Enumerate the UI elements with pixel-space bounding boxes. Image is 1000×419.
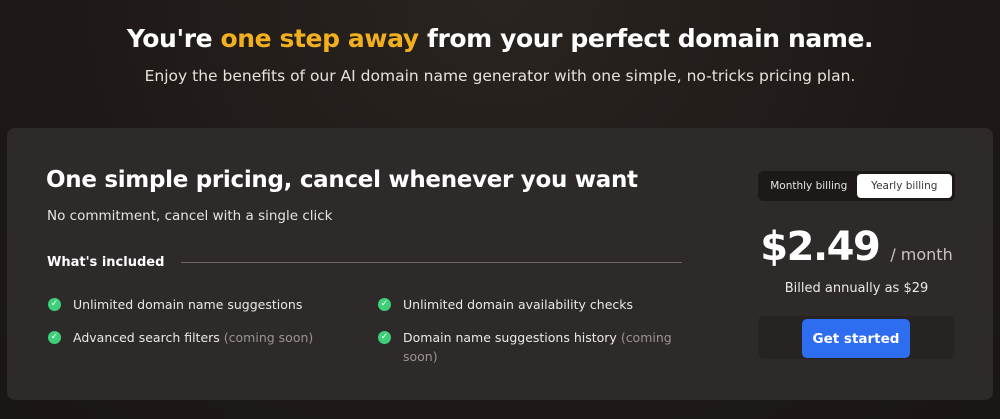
get-started-button[interactable]: Get started [802, 319, 910, 358]
feature-text: Unlimited domain name suggestions [73, 295, 302, 314]
check-circle-icon: ✓ [378, 331, 391, 344]
feature-coming-soon-note: (coming soon) [223, 330, 314, 345]
price-display: $2.49 / month [758, 224, 955, 270]
hero-title-end: from your perfect domain name. [418, 24, 874, 53]
feature-label: Unlimited domain name suggestions [73, 297, 303, 312]
hero-title-accent: one step away [220, 24, 419, 53]
feature-label: Advanced search filters [73, 330, 224, 345]
feature-text: Domain name suggestions history (coming … [403, 328, 678, 366]
whats-included-header: What's included [47, 252, 682, 272]
feature-item: ✓ Unlimited domain name suggestions [48, 295, 338, 314]
hero-title: You're one step away from your perfect d… [0, 24, 1000, 53]
feature-text: Unlimited domain availability checks [403, 295, 633, 314]
feature-label: Unlimited domain availability checks [403, 297, 634, 312]
whats-included-label: What's included [47, 254, 165, 270]
feature-label: Domain name suggestions history [403, 330, 621, 345]
hero-subtitle: Enjoy the benefits of our AI domain name… [144, 67, 856, 85]
monthly-billing-option[interactable]: Monthly billing [761, 174, 857, 198]
billing-note: Billed annually as $29 [784, 281, 929, 296]
pricing-page: You're one step away from your perfect d… [0, 0, 1000, 419]
pricing-card: One simple pricing, cancel whenever you … [7, 128, 993, 400]
pricing-card-title: One simple pricing, cancel whenever you … [46, 167, 638, 193]
feature-item: ✓ Domain name suggestions history (comin… [378, 328, 678, 366]
price-amount: $2.49 [760, 224, 881, 270]
check-circle-icon: ✓ [48, 331, 61, 344]
billing-period-toggle: Monthly billing Yearly billing [758, 171, 955, 201]
whats-included-divider [181, 261, 682, 263]
check-circle-icon: ✓ [378, 298, 391, 311]
hero-title-start: You're [126, 24, 221, 53]
price-period: / month [890, 245, 953, 264]
yearly-billing-option[interactable]: Yearly billing [856, 174, 952, 198]
feature-item: ✓ Unlimited domain availability checks [378, 295, 678, 314]
feature-text: Advanced search filters (coming soon) [73, 328, 313, 347]
feature-item: ✓ Advanced search filters (coming soon) [48, 328, 338, 347]
check-circle-icon: ✓ [48, 298, 61, 311]
pricing-card-subtitle: No commitment, cancel with a single clic… [47, 208, 333, 224]
